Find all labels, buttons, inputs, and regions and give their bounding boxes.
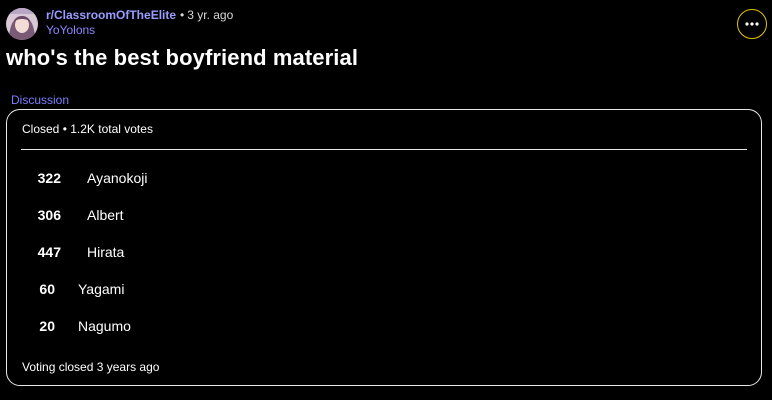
poll-option-label: Albert xyxy=(87,207,124,223)
poll-option-votes: 60 xyxy=(39,281,55,297)
poll-option-votes: 322 xyxy=(37,170,61,186)
poll-option-votes: 447 xyxy=(37,244,61,260)
post-header: r/ClassroomOfTheElite • 3 yr. ago YoYolo… xyxy=(6,8,233,40)
author-link[interactable]: YoYolons xyxy=(46,23,233,38)
more-options-button[interactable] xyxy=(737,9,767,39)
more-options-icon xyxy=(745,22,759,26)
poll-option-label: Ayanokoji xyxy=(87,170,148,186)
subreddit-link[interactable]: r/ClassroomOfTheElite xyxy=(46,8,176,23)
post-flair[interactable]: Discussion xyxy=(11,93,69,107)
poll-option-votes: 20 xyxy=(39,318,55,334)
poll-status: Closed • 1.2K total votes xyxy=(22,122,153,136)
poll-divider xyxy=(21,149,747,150)
avatar-image xyxy=(6,8,38,40)
poll-option-votes: 306 xyxy=(37,207,61,223)
poll-option-label: Nagumo xyxy=(78,318,131,334)
poll-card: Closed • 1.2K total votes 322 Ayanokoji … xyxy=(6,109,762,386)
post-title[interactable]: who's the best boyfriend material xyxy=(6,45,358,71)
poll-footer: Voting closed 3 years ago xyxy=(22,360,160,374)
meta-separator: • xyxy=(180,8,185,22)
post-age: 3 yr. ago xyxy=(187,8,234,22)
poll-option-label: Hirata xyxy=(87,244,125,260)
post-meta: r/ClassroomOfTheElite • 3 yr. ago YoYolo… xyxy=(46,8,233,38)
poll-option-label: Yagami xyxy=(78,281,125,297)
subreddit-avatar[interactable] xyxy=(6,8,38,40)
